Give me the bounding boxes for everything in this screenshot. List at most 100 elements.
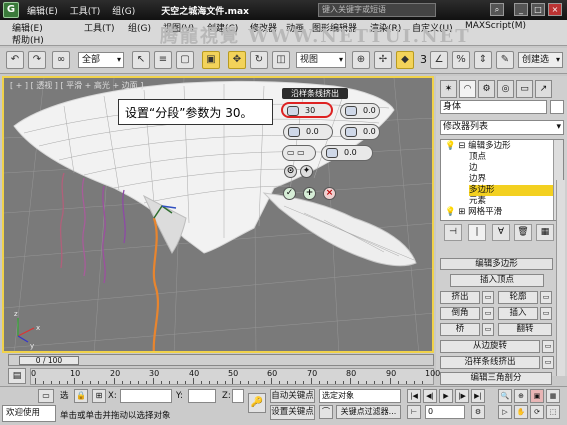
zoom-icon[interactable]: 🔍 [498,389,512,403]
orbit-icon[interactable]: ⟳ [530,405,544,419]
current-frame-field[interactable]: 0 [425,405,465,419]
keyboard-shortcut-icon[interactable]: ◆ [396,51,414,69]
y-coord-field[interactable] [188,389,216,403]
manipulate-icon[interactable]: ✢ [374,51,392,69]
spline-pick-icon[interactable]: ⊙ [284,165,297,178]
object-name-field[interactable]: 身体 [440,100,547,114]
extrude-along-spline-button[interactable]: 沿样条线挤出 [440,356,540,369]
named-selection-set[interactable]: 创建选 [518,52,563,68]
zoom-extents-all-icon[interactable]: ▦ [546,389,560,403]
fov-icon[interactable]: ▷ [498,405,512,419]
absolute-mode-icon[interactable]: ⊞ [92,389,106,403]
outline-settings-icon[interactable]: ▭ [540,291,552,304]
key-target-select[interactable]: 选定对象 [319,389,401,403]
hinge-settings-icon[interactable]: ▭ [542,340,554,353]
angle-snap-icon[interactable]: % [452,51,470,69]
viewport-label[interactable]: [ + ] [ 透视 ] [ 平滑 + 高光 + 边面 ] [10,80,143,91]
motion-tab-icon[interactable]: ◎ [497,80,514,98]
stack-item-polygon[interactable]: 多边形 [469,185,553,196]
make-unique-icon[interactable]: ∀ [492,224,510,241]
auto-key-button[interactable]: 自动关键点 [270,389,315,403]
create-tab-icon[interactable]: ✶ [440,80,457,98]
align-icon[interactable]: ✦ [300,165,313,178]
extra-field[interactable]: 0.0 [321,145,373,161]
time-slider-track[interactable]: 0 / 100 [8,354,434,366]
lock-selection-icon[interactable]: 🔒 [74,389,88,403]
search-icon[interactable]: ⌕ [490,3,504,16]
inset-button[interactable]: 插入 [498,307,538,320]
play-icon[interactable]: ▶ [439,389,453,403]
menu-group[interactable]: 组(G) [107,4,140,17]
menu-tools-2[interactable]: 工具(T) [84,21,115,34]
stack-item-edit-poly[interactable]: 💡 ⊟ 编辑多边形 [445,141,557,152]
previous-frame-icon[interactable]: ◀| [423,389,437,403]
menu-maxscript[interactable]: MAXScript(M) [465,21,526,31]
pick-spline-field[interactable]: ▭ ▭ [282,145,316,161]
close-icon[interactable]: × [548,3,562,16]
stack-item-edge[interactable]: 边 [469,163,563,174]
inset-settings-icon[interactable]: ▭ [540,307,552,320]
set-key-button[interactable]: 设置关键点 [270,405,315,420]
undo-icon[interactable]: ↶ [6,51,24,69]
maximize-viewport-icon[interactable]: ⬚ [546,405,560,419]
taper-curve-field[interactable]: 0.0 [283,124,333,140]
segments-field[interactable]: 30 [281,102,333,118]
key-filters-button[interactable]: 关键点过滤器... [336,405,401,419]
selection-filter-select[interactable]: 全部 [78,52,124,68]
pivot-icon[interactable]: ⊕ [352,51,370,69]
trackbar-toggle-icon[interactable]: ▤ [8,368,26,384]
outline-button[interactable]: 轮廓 [498,291,538,304]
app-logo-icon[interactable]: G [3,2,19,18]
bevel-settings-icon[interactable]: ▭ [482,307,494,320]
utilities-tab-icon[interactable]: ↗ [535,80,552,98]
minimize-icon[interactable]: _ [514,3,528,16]
rect-region-icon[interactable]: ▢ [176,51,194,69]
remove-modifier-icon[interactable]: 🗑 [514,224,532,241]
pin-stack-icon[interactable]: ⊣ [444,224,462,241]
edit-poly-rollout-title[interactable]: 编辑多边形 [440,258,553,270]
zoom-all-icon[interactable]: ⊕ [514,389,528,403]
apply-plus-icon[interactable]: + [303,187,316,200]
hierarchy-tab-icon[interactable]: ⚙ [478,80,495,98]
edit-named-sel-icon[interactable]: ✎ [496,51,514,69]
time-slider-thumb[interactable]: 0 / 100 [19,356,79,365]
x-coord-field[interactable] [120,389,172,403]
select-object-icon[interactable]: ↖ [132,51,150,69]
default-tangent-icon[interactable]: ⌒ [319,405,333,419]
zoom-extents-icon[interactable]: ▣ [530,389,544,403]
cancel-x-icon[interactable]: × [323,187,336,200]
menu-help[interactable]: 帮助(H) [12,33,44,46]
redo-icon[interactable]: ↷ [28,51,46,69]
select-by-name-icon[interactable]: ≡ [154,51,172,69]
stack-item-element[interactable]: 元素 [469,196,563,207]
hinge-from-edge-button[interactable]: 从边旋转 [440,340,540,353]
stack-item-border[interactable]: 边界 [469,174,563,185]
ok-check-icon[interactable]: ✓ [283,187,296,200]
stack-item-meshsmooth[interactable]: 💡 ⊞ 网格平滑 [445,207,557,218]
flip-button[interactable]: 翻转 [498,323,552,336]
key-mode-icon[interactable]: ⊢ [407,405,421,419]
edit-triangulation-button[interactable]: 编辑三角剖分 [440,372,552,385]
maxscript-listener-icon[interactable]: ▭ [38,389,54,403]
scale-icon[interactable]: ◫ [272,51,290,69]
bridge-button[interactable]: 桥 [440,323,480,336]
extrude-spline-settings-icon[interactable]: ▭ [542,356,554,369]
taper-amount-field[interactable]: 0.0 [340,103,380,119]
modify-tab-icon[interactable]: ◠ [459,80,476,98]
go-to-end-icon[interactable]: ▶| [471,389,485,403]
rotate-icon[interactable]: ↻ [250,51,268,69]
reference-coord-select[interactable]: 视图 [296,52,346,68]
menu-edit[interactable]: 编辑(E) [22,4,63,17]
window-crossing-icon[interactable]: ▣ [202,51,220,69]
insert-vertex-button[interactable]: 插入顶点 [450,274,544,287]
go-to-start-icon[interactable]: |◀ [407,389,421,403]
trackbar-ruler[interactable]: 0 10 20 30 40 50 60 70 80 90 100 [30,368,440,385]
command-panel-scrollbar[interactable] [556,180,565,376]
modifier-stack[interactable]: 💡 ⊟ 编辑多边形 顶点 边 边界 多边形 元素 💡 ⊞ 网格平滑 [440,139,564,221]
next-frame-icon[interactable]: |▶ [455,389,469,403]
menu-tools[interactable]: 工具(T) [65,4,106,17]
help-search-input[interactable]: 键入关键字或短语 [318,3,436,17]
twist-field[interactable]: 0.0 [340,124,380,140]
show-end-result-icon[interactable]: ∣ [468,224,486,241]
configure-sets-icon[interactable]: ▦ [536,224,554,241]
